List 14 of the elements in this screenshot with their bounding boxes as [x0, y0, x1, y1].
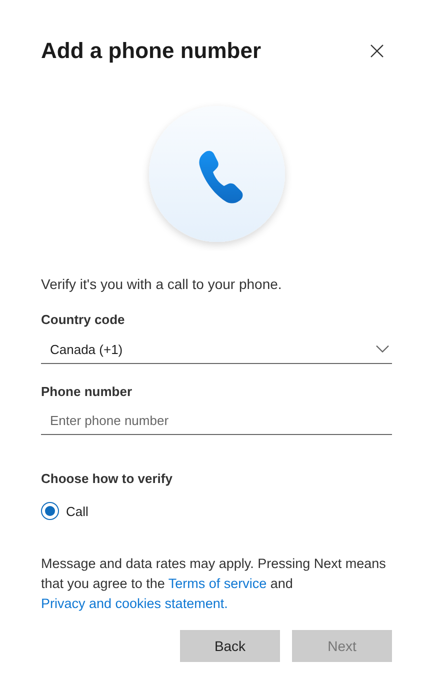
- field-label: Phone number: [41, 384, 134, 399]
- country-dropdown[interactable]: Canada (+1): [41, 335, 392, 364]
- dialog-title: Add a phone number: [41, 38, 261, 64]
- close-icon[interactable]: [370, 44, 384, 58]
- field-label: Country code: [41, 312, 126, 327]
- option-label: Call: [66, 504, 88, 518]
- radio-button[interactable]: [41, 502, 59, 520]
- legal-link[interactable]: Privacy and cookies statement.: [41, 596, 228, 611]
- chevron-icon: [376, 345, 389, 353]
- dialog-button[interactable]: Back: [180, 630, 280, 662]
- section-label: Choose how to verify: [41, 471, 174, 486]
- intro-text: Verify it's you with a call to your phone.: [41, 276, 283, 292]
- legal-link[interactable]: Terms of service: [168, 576, 267, 591]
- legal-text: Message and data rates may apply. Pressing Next means that you agree to the Terms of service and Privacy and cookies statement.: [41, 555, 387, 613]
